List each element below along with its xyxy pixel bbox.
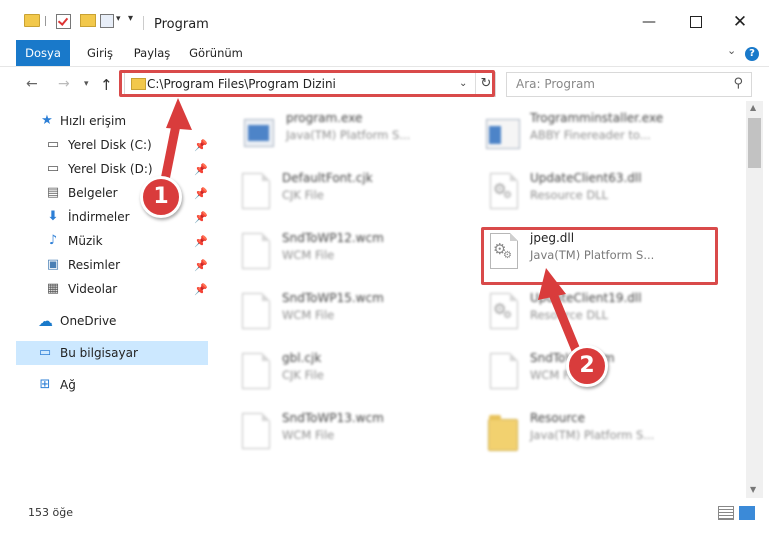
step-1-badge: 1: [140, 176, 182, 218]
annotation-arrows: [158, 98, 585, 365]
arrow-2-head: [538, 268, 566, 300]
arrow-1-head: [166, 98, 192, 130]
step-2-badge: 2: [566, 345, 608, 387]
explorer-window: ▾ ▾ Program — ✕ Dosya Giriş Paylaş Görün…: [0, 0, 769, 536]
